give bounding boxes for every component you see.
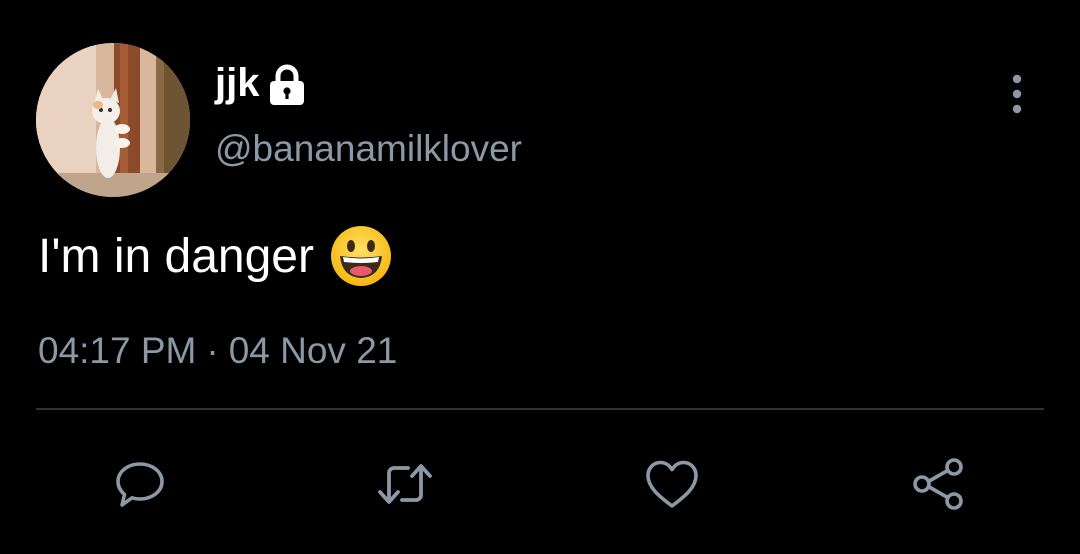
kitten-avatar-image xyxy=(36,43,190,197)
share-button[interactable] xyxy=(898,444,978,524)
tweet-timestamp[interactable]: 04:17 PM · 04 Nov 21 xyxy=(38,330,397,372)
share-icon xyxy=(913,458,963,510)
display-name[interactable]: jjk xyxy=(215,61,259,106)
author-name-row: jjk xyxy=(215,58,307,108)
retweet-button[interactable] xyxy=(365,444,445,524)
lock-icon xyxy=(267,64,307,106)
tweet-date: 04 Nov 21 xyxy=(228,330,398,371)
tweet-action-bar xyxy=(0,444,1080,524)
timestamp-separator: · xyxy=(206,330,219,371)
retweet-icon xyxy=(378,464,432,504)
tweet-body: I'm in danger xyxy=(38,226,392,286)
divider xyxy=(36,408,1044,410)
reply-button[interactable] xyxy=(100,444,180,524)
grinning-face-emoji-icon xyxy=(330,225,392,287)
tweet-time: 04:17 PM xyxy=(38,330,197,371)
reply-icon xyxy=(116,462,164,507)
tweet-text: I'm in danger xyxy=(38,229,314,283)
like-button[interactable] xyxy=(632,444,712,524)
handle[interactable]: @bananamilklover xyxy=(215,128,522,170)
more-options-icon[interactable] xyxy=(1000,72,1034,116)
avatar[interactable] xyxy=(36,43,190,197)
heart-icon xyxy=(646,460,698,508)
